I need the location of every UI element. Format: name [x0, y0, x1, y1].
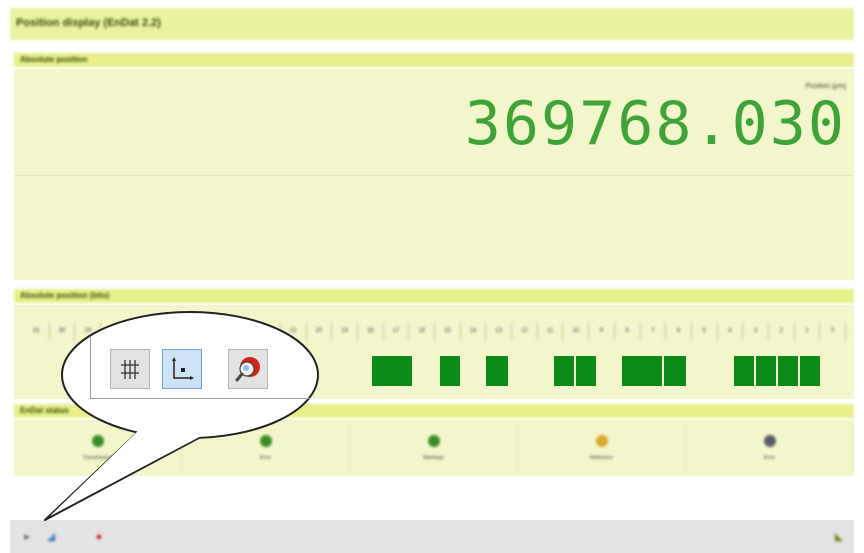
grid-icon: [121, 360, 139, 379]
magnify-button[interactable]: [228, 349, 268, 389]
divider: [90, 398, 310, 399]
axes-button[interactable]: [162, 349, 202, 389]
magnifier-icon: [235, 357, 260, 382]
zoomed-toolbar: [90, 337, 310, 399]
grid-button[interactable]: [110, 349, 150, 389]
divider: [90, 337, 91, 399]
callout-bubble: [44, 311, 319, 521]
axes-icon: [172, 357, 194, 380]
